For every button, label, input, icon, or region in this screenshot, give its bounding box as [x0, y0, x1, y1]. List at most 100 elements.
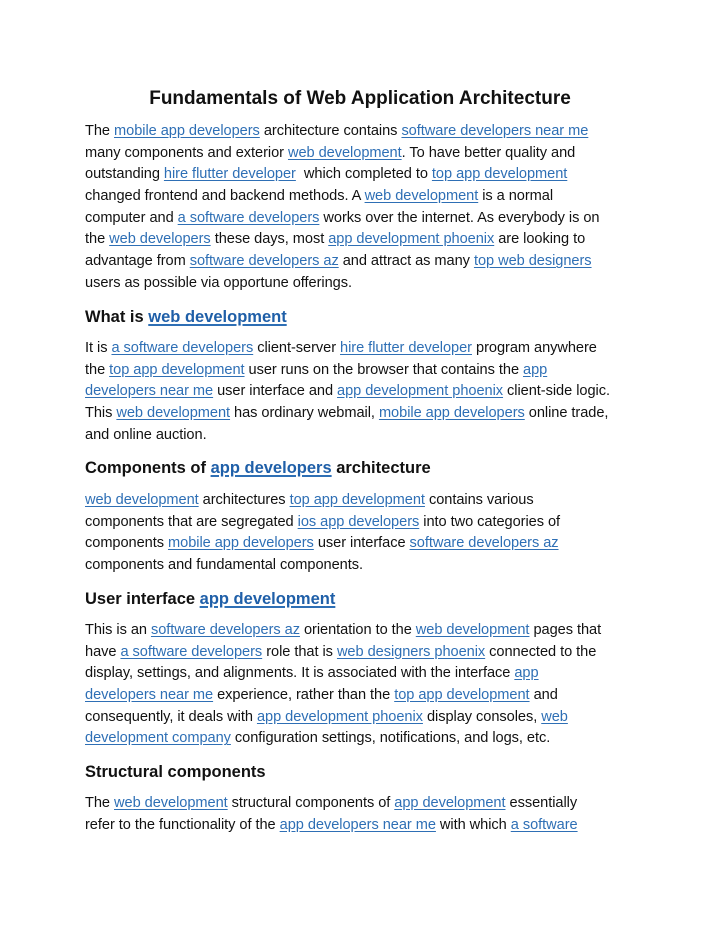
text-run: architectures — [198, 492, 290, 508]
inline-link[interactable]: top app development — [109, 362, 244, 378]
inline-link[interactable]: app — [523, 362, 547, 378]
inline-link[interactable]: web development — [114, 795, 228, 811]
inline-link[interactable]: ios app developers — [298, 514, 420, 530]
inline-link[interactable]: top web designers — [474, 253, 592, 269]
inline-link[interactable]: web development — [365, 188, 479, 204]
inline-link[interactable]: app development — [394, 795, 505, 811]
text-run: outstanding — [85, 166, 164, 183]
inline-link[interactable]: top app development — [290, 492, 425, 508]
text-run: with which — [435, 816, 511, 833]
inline-link[interactable]: mobile app developers — [168, 535, 314, 551]
inline-link[interactable]: a software developers — [120, 644, 262, 660]
paragraph-line: the top app development user runs on the… — [85, 360, 645, 382]
text-run: The — [85, 795, 115, 811]
text-run: architecture contains — [259, 123, 402, 139]
inline-link[interactable]: app development phoenix — [337, 383, 503, 399]
paragraph-line: the web developers these days, most app … — [85, 229, 645, 251]
text-run: contains various — [424, 492, 534, 508]
text-run: This — [85, 405, 117, 422]
text-run: role that is — [262, 643, 337, 660]
text-run: client-server — [253, 340, 341, 356]
inline-link[interactable]: software developers az — [190, 253, 339, 269]
inline-link[interactable]: development company — [85, 730, 231, 746]
inline-link[interactable]: web — [541, 709, 568, 725]
inline-link[interactable]: hire flutter developer — [164, 166, 296, 182]
inline-link[interactable]: web designers phoenix — [337, 644, 485, 660]
inline-link[interactable]: web development — [148, 308, 286, 326]
inline-link[interactable]: web development — [116, 405, 230, 421]
paragraph: The web development structural component… — [85, 793, 645, 836]
text-run: What is — [85, 308, 149, 326]
text-run: Components of — [85, 459, 211, 477]
text-run: many components and exterior — [85, 144, 288, 161]
text-run: which completed to — [295, 166, 432, 183]
section-heading: What is web development — [85, 305, 645, 329]
text-run: user interface and — [213, 383, 338, 400]
inline-link[interactable]: top app development — [394, 687, 529, 703]
inline-link[interactable]: web development — [416, 622, 530, 638]
paragraph-line: refer to the functionality of the app de… — [85, 815, 645, 837]
text-run: pages that — [529, 622, 602, 638]
paragraph-line: outstanding hire flutter developer which… — [85, 164, 645, 186]
inline-link[interactable]: a software — [511, 817, 578, 833]
inline-link[interactable]: web developers — [109, 231, 211, 247]
text-run: user runs on the browser that contains t… — [244, 361, 524, 378]
inline-link[interactable]: a software developers — [111, 340, 253, 356]
paragraph-line: changed frontend and backend methods. A … — [85, 186, 645, 208]
section-heading: User interface app development — [85, 587, 645, 611]
inline-link[interactable]: mobile app developers — [379, 405, 525, 421]
inline-link[interactable]: hire flutter developer — [340, 340, 472, 356]
paragraph: The mobile app developers architecture c… — [85, 121, 645, 295]
paragraph-line: developers near me user interface and ap… — [85, 381, 645, 403]
text-run: orientation to the — [299, 622, 416, 638]
paragraph-line: The mobile app developers architecture c… — [85, 121, 645, 143]
paragraph-line: developers near me experience, rather th… — [85, 685, 645, 707]
text-run: experience, rather than the — [213, 687, 395, 704]
paragraph-line: display, settings, and alignments. It is… — [85, 663, 645, 685]
text-run: have — [85, 643, 121, 660]
paragraph-line: This is an software developers az orient… — [85, 620, 645, 642]
text-run: program anywhere — [472, 340, 597, 356]
inline-link[interactable]: app development — [200, 590, 336, 608]
text-run: components and fundamental components. — [85, 557, 363, 574]
inline-link[interactable]: app developers near me — [280, 817, 436, 833]
text-run: configuration settings, notifications, a… — [230, 730, 551, 747]
text-run: It is — [85, 340, 112, 356]
inline-link[interactable]: app development phoenix — [328, 231, 494, 247]
inline-link[interactable]: a software developers — [178, 210, 320, 226]
text-run: has ordinary webmail, — [230, 405, 379, 422]
paragraph-line: components mobile app developers user in… — [85, 533, 645, 555]
inline-link[interactable]: app developers — [211, 459, 332, 477]
text-run: is a normal — [478, 188, 554, 205]
inline-link[interactable]: app development phoenix — [257, 709, 423, 725]
text-run: display consoles, — [422, 708, 542, 725]
inline-link[interactable]: software developers az — [151, 622, 300, 638]
text-run: the — [85, 231, 110, 248]
text-run: client-side logic. — [503, 383, 610, 400]
inline-link[interactable]: top app development — [432, 166, 567, 182]
inline-link[interactable]: developers near me — [85, 687, 213, 703]
text-run: computer and — [85, 209, 178, 226]
inline-link[interactable]: software developers az — [410, 535, 559, 551]
text-run: components that are segregated — [85, 513, 298, 530]
paragraph-line: consequently, it deals with app developm… — [85, 707, 645, 729]
paragraph-line: components that are segregated ios app d… — [85, 512, 645, 534]
inline-link[interactable]: web development — [288, 145, 402, 161]
inline-link[interactable]: app — [514, 665, 538, 681]
inline-link[interactable]: mobile app developers — [114, 123, 260, 139]
inline-link[interactable]: web development — [85, 492, 199, 508]
text-run: This is an — [85, 622, 151, 638]
section-heading: Structural components — [85, 760, 645, 784]
text-run: these days, most — [210, 231, 329, 248]
text-run: refer to the functionality of the — [85, 816, 280, 833]
text-run: works over the internet. As everybody is… — [319, 209, 600, 226]
paragraph-line: many components and exterior web develop… — [85, 143, 645, 165]
text-run: Structural components — [85, 763, 266, 781]
paragraph-line: It is a software developers client-serve… — [85, 338, 645, 360]
paragraph-line: have a software developers role that is … — [85, 642, 645, 664]
inline-link[interactable]: software developers near me — [401, 123, 588, 139]
text-run: online trade, — [524, 405, 609, 422]
inline-link[interactable]: developers near me — [85, 383, 213, 399]
text-run: the — [85, 361, 110, 378]
paragraph-line: advantage from software developers az an… — [85, 251, 645, 273]
